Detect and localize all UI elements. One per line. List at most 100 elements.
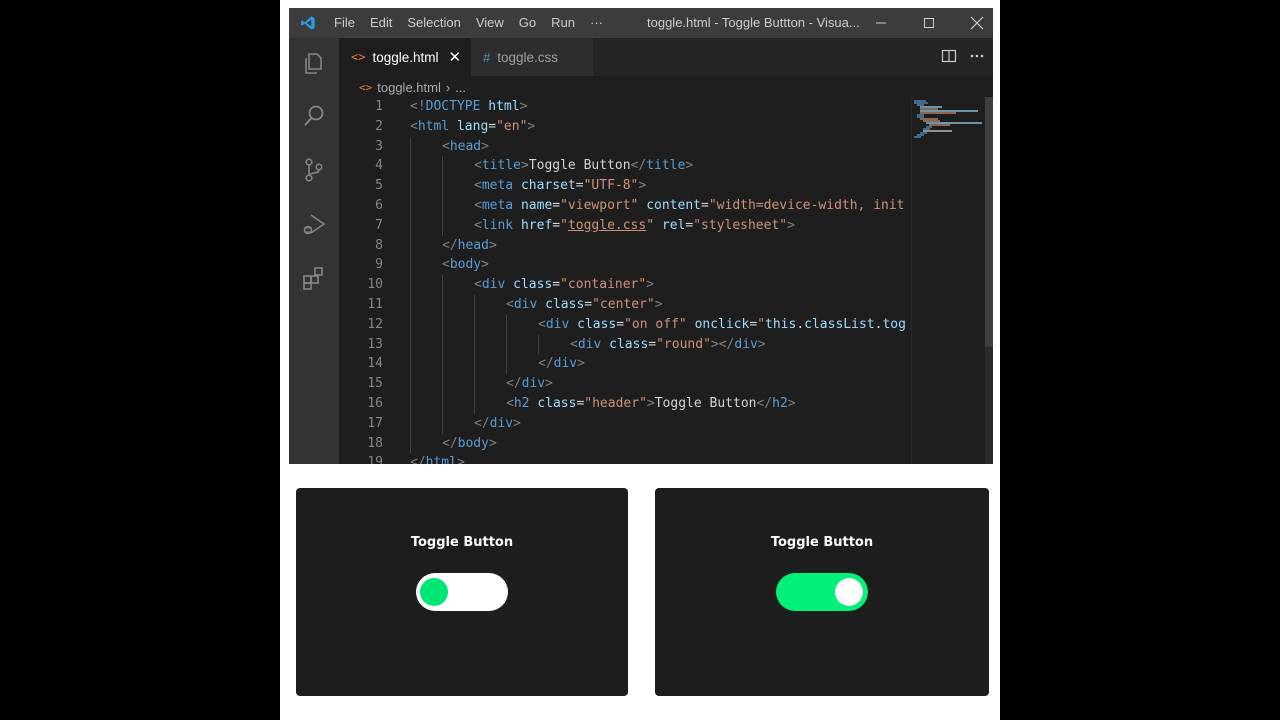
code-token: lang: [456, 118, 489, 134]
code-token: </: [442, 435, 458, 451]
menu-go[interactable]: Go: [519, 15, 536, 30]
code-token: class: [545, 297, 585, 312]
toggle-switch-off[interactable]: [416, 573, 508, 611]
line-number: 5: [375, 178, 383, 194]
toggle-heading: Toggle Button: [770, 535, 874, 550]
code-text: <div class="center">: [506, 295, 663, 315]
code-token: div: [481, 277, 514, 293]
code-token: meta: [481, 178, 521, 194]
code-text: <link href="toggle.css" rel="stylesheet"…: [474, 216, 795, 236]
indent-guide: [410, 136, 411, 454]
run-debug-icon[interactable]: [301, 211, 327, 237]
more-actions-icon[interactable]: [969, 48, 985, 64]
code-token: <: [570, 336, 578, 352]
code-text: <div class="container">: [474, 275, 654, 295]
maximize-button[interactable]: [917, 12, 941, 34]
code-token: html: [417, 118, 457, 134]
code-token: div: [545, 316, 578, 332]
tab-toggle-css[interactable]: # toggle.css: [471, 38, 593, 76]
code-token: </: [756, 396, 773, 411]
menu-more[interactable]: ···: [590, 15, 603, 30]
code-token: onclick: [694, 316, 750, 332]
code-token: body: [449, 257, 482, 273]
scrollbar-thumb[interactable]: [985, 97, 993, 347]
code-token: Toggle Button: [654, 396, 757, 411]
indent-guide: [506, 314, 507, 375]
menu-bar: File Edit Selection View Go Run ···: [334, 15, 603, 30]
code-token: "on off": [624, 316, 687, 332]
indent-guide: [442, 156, 443, 236]
search-icon[interactable]: [301, 103, 327, 129]
split-editor-icon[interactable]: [941, 48, 957, 64]
menu-view[interactable]: View: [476, 15, 504, 30]
menu-edit[interactable]: Edit: [370, 15, 392, 30]
code-token: meta: [481, 198, 521, 213]
line-number: 2: [375, 118, 383, 134]
code-token: <: [474, 277, 482, 293]
toggle-switch-on[interactable]: [776, 573, 868, 611]
code-token: <: [442, 257, 450, 273]
line-number: 1: [375, 99, 383, 114]
close-tab-icon[interactable]: ✕: [449, 48, 462, 66]
line-number: 14: [367, 356, 383, 372]
code-token: link: [481, 217, 521, 233]
menu-file[interactable]: File: [334, 15, 355, 30]
code-text: </html>: [410, 453, 465, 464]
menu-run[interactable]: Run: [551, 15, 575, 30]
breadcrumb-file[interactable]: toggle.html: [377, 80, 441, 95]
code-token: >: [646, 396, 655, 411]
minimize-icon: [876, 22, 886, 24]
tab-label: toggle.html: [372, 49, 439, 65]
code-token: title: [481, 158, 521, 174]
code-text: <meta charset="UTF-8">: [474, 176, 646, 196]
code-token: =: [552, 277, 561, 293]
code-token[interactable]: toggle.css: [568, 218, 646, 233]
breadcrumb-rest[interactable]: ...: [455, 80, 466, 95]
code-text: </div>: [474, 414, 521, 434]
line-number: 6: [375, 198, 383, 213]
close-window-button[interactable]: [965, 12, 989, 34]
toggle-heading: Toggle Button: [410, 535, 514, 550]
code-token: <: [442, 138, 450, 154]
code-text: </div>: [538, 354, 585, 374]
minimize-button[interactable]: [869, 12, 893, 34]
code-token: div: [577, 336, 610, 352]
line-number: 15: [367, 376, 383, 392]
source-control-icon[interactable]: [301, 157, 327, 183]
menu-selection[interactable]: Selection: [407, 15, 460, 30]
code-token: >: [488, 237, 497, 253]
extensions-icon[interactable]: [301, 265, 327, 291]
code-token: class: [537, 396, 577, 411]
code-editor[interactable]: 1 <!DOCTYPE html> 2 <html lang="en"> 3 <head>…: [339, 97, 911, 464]
minimap[interactable]: [911, 97, 983, 464]
code-token: >: [710, 336, 719, 352]
explorer-icon[interactable]: [301, 50, 327, 76]
code-token: </: [506, 376, 522, 392]
code-token: <: [474, 178, 482, 194]
code-token: "container": [560, 277, 647, 293]
code-token: div: [513, 297, 546, 312]
code-token: >: [456, 455, 465, 464]
code-token: >: [577, 356, 585, 372]
code-token: <: [538, 316, 546, 332]
indent-guide: [538, 334, 539, 355]
vertical-scrollbar[interactable]: [985, 97, 993, 464]
code-token: "stylesheet": [693, 217, 788, 233]
code-token: >: [654, 297, 663, 312]
line-number: 9: [375, 257, 383, 273]
code-token: =: [749, 316, 758, 332]
code-token: <: [506, 396, 514, 411]
code-token: html: [488, 99, 520, 114]
code-token: html: [425, 455, 457, 464]
code-token: .: [796, 316, 805, 332]
code-token: >: [787, 396, 796, 411]
html-file-icon: <>: [351, 50, 366, 64]
tab-label: toggle.css: [497, 49, 559, 65]
tab-toggle-html[interactable]: <> toggle.html ✕: [339, 38, 471, 76]
code-token: h2: [513, 396, 538, 411]
code-text: <html lang="en">: [410, 117, 535, 137]
line-number: 10: [367, 277, 383, 293]
maximize-icon: [924, 18, 934, 28]
code-token: head: [449, 138, 482, 154]
code-token: charset: [520, 178, 576, 194]
